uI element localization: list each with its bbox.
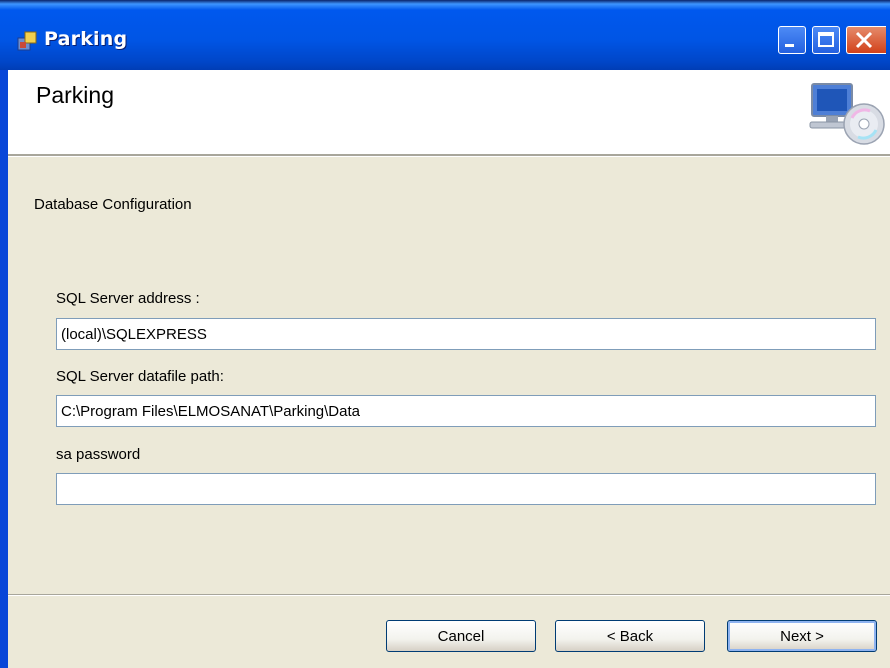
header-banner: Parking xyxy=(0,70,890,154)
next-button[interactable]: Next > xyxy=(727,620,877,652)
header-separator xyxy=(0,154,890,157)
installer-icon xyxy=(17,31,37,51)
server-address-label: SQL Server address : xyxy=(56,290,200,307)
footer-separator xyxy=(8,594,890,596)
minimize-button[interactable] xyxy=(778,26,806,54)
sa-password-label: sa password xyxy=(56,446,141,463)
window-title: Parking xyxy=(44,28,128,50)
maximize-button[interactable] xyxy=(812,26,840,54)
title-bar[interactable]: Parking xyxy=(0,0,890,70)
sa-password-input[interactable] xyxy=(56,473,876,505)
window-frame-left xyxy=(0,154,8,668)
cancel-button[interactable]: Cancel xyxy=(386,620,536,652)
close-icon xyxy=(855,31,873,49)
computer-cd-icon xyxy=(809,83,885,145)
section-title: Database Configuration xyxy=(34,196,192,213)
maximize-icon xyxy=(818,32,834,47)
minimize-icon xyxy=(785,44,794,47)
datafile-path-input[interactable] xyxy=(56,395,876,427)
server-address-input[interactable] xyxy=(56,318,876,350)
banner-title: Parking xyxy=(36,82,114,108)
installer-window: Parking Parking Database Configuration S… xyxy=(0,0,890,668)
close-button[interactable] xyxy=(846,26,886,54)
back-button[interactable]: < Back xyxy=(555,620,705,652)
datafile-path-label: SQL Server datafile path: xyxy=(56,368,224,385)
